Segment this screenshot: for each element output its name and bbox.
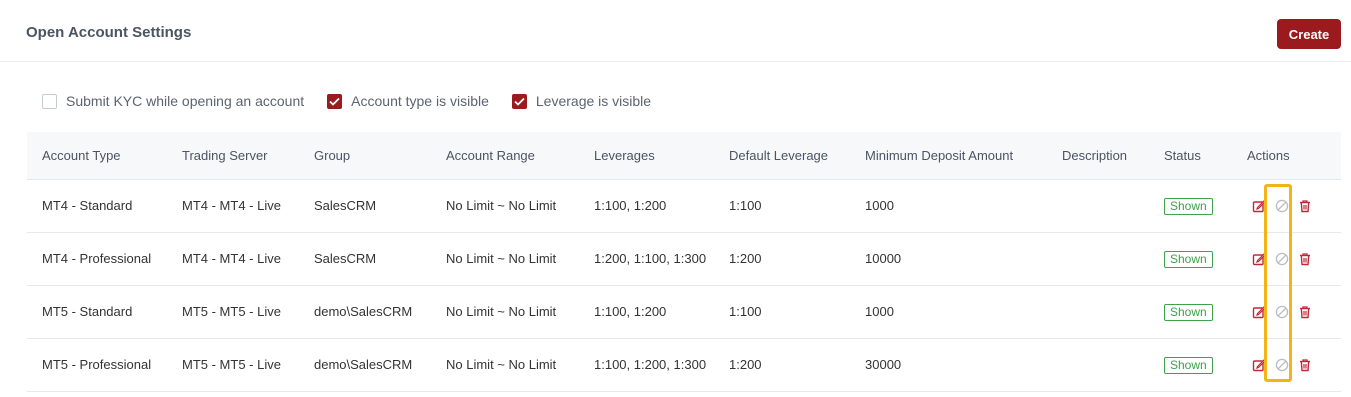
header-account-type: Account Type bbox=[27, 132, 167, 180]
cell-leverages: 1:100, 1:200 bbox=[579, 285, 714, 339]
status-badge: Shown bbox=[1164, 251, 1213, 268]
header-trading-server: Trading Server bbox=[167, 132, 299, 180]
cell-min-deposit: 30000 bbox=[850, 338, 1047, 392]
status-badge: Shown bbox=[1164, 357, 1213, 374]
cell-account-range: No Limit ~ No Limit bbox=[431, 285, 579, 339]
cell-group: SalesCRM bbox=[299, 179, 431, 233]
check-icon bbox=[329, 97, 340, 106]
cell-leverages: 1:100, 1:200 bbox=[579, 179, 714, 233]
checkbox-submit-kyc[interactable] bbox=[42, 93, 57, 109]
cell-trading-server: MT4 - MT4 - Live bbox=[167, 232, 299, 286]
row-actions bbox=[1247, 356, 1335, 374]
cell-description bbox=[1047, 232, 1149, 286]
trash-icon[interactable] bbox=[1293, 197, 1316, 215]
edit-icon[interactable] bbox=[1247, 303, 1270, 321]
cell-status: Shown bbox=[1149, 179, 1232, 233]
row-actions bbox=[1247, 250, 1335, 268]
table-header-row: Account Type Trading Server Group Accoun… bbox=[27, 132, 1341, 180]
table-row: MT5 - Professional MT5 - MT5 - Live demo\S… bbox=[27, 338, 1341, 392]
cell-default-leverage: 1:200 bbox=[714, 338, 850, 392]
disable-icon[interactable] bbox=[1270, 356, 1293, 374]
edit-icon[interactable] bbox=[1247, 356, 1270, 374]
disable-icon[interactable] bbox=[1270, 197, 1293, 215]
cell-account-type: MT4 - Professional bbox=[27, 232, 167, 286]
cell-actions bbox=[1232, 338, 1341, 392]
cell-actions bbox=[1232, 285, 1341, 339]
cell-account-type: MT5 - Professional bbox=[27, 338, 167, 392]
cell-trading-server: MT5 - MT5 - Live bbox=[167, 338, 299, 392]
cell-group: SalesCRM bbox=[299, 232, 431, 286]
table-row: MT4 - Professional MT4 - MT4 - Live SalesC… bbox=[27, 232, 1341, 286]
cell-account-type: MT5 - Standard bbox=[27, 285, 167, 339]
cell-account-range: No Limit ~ No Limit bbox=[431, 179, 579, 233]
cell-account-type: MT4 - Standard bbox=[27, 179, 167, 233]
option-leverage-visible[interactable]: Leverage is visible bbox=[511, 93, 652, 109]
account-types-table: Account Type Trading Server Group Accoun… bbox=[27, 132, 1341, 392]
cell-group: demo\SalesCRM bbox=[299, 285, 431, 339]
cell-group: demo\SalesCRM bbox=[299, 338, 431, 392]
trash-icon[interactable] bbox=[1293, 356, 1316, 374]
header-account-range: Account Range bbox=[431, 132, 579, 180]
cell-min-deposit: 10000 bbox=[850, 232, 1047, 286]
checkbox-account-type-visible[interactable] bbox=[327, 93, 343, 109]
cell-account-range: No Limit ~ No Limit bbox=[431, 232, 579, 286]
cell-description bbox=[1047, 285, 1149, 339]
option-account-type-visible[interactable]: Account type is visible bbox=[327, 93, 489, 109]
page-header: Open Account Settings Create bbox=[0, 0, 1351, 62]
table-row: MT5 - Standard MT5 - MT5 - Live demo\Sales… bbox=[27, 285, 1341, 339]
header-leverages: Leverages bbox=[579, 132, 714, 180]
cell-trading-server: MT4 - MT4 - Live bbox=[167, 179, 299, 233]
cell-description bbox=[1047, 179, 1149, 233]
cell-account-range: No Limit ~ No Limit bbox=[431, 338, 579, 392]
status-badge: Shown bbox=[1164, 304, 1213, 321]
cell-actions bbox=[1232, 179, 1341, 233]
edit-icon[interactable] bbox=[1247, 250, 1270, 268]
cell-leverages: 1:200, 1:100, 1:300 bbox=[579, 232, 714, 286]
cell-status: Shown bbox=[1149, 285, 1232, 339]
cell-trading-server: MT5 - MT5 - Live bbox=[167, 285, 299, 339]
cell-status: Shown bbox=[1149, 232, 1232, 286]
option-label: Account type is visible bbox=[351, 93, 489, 109]
cell-min-deposit: 1000 bbox=[850, 285, 1047, 339]
option-label: Leverage is visible bbox=[535, 93, 652, 109]
page-title: Open Account Settings bbox=[26, 24, 192, 41]
header-default-leverage: Default Leverage bbox=[714, 132, 850, 180]
header-group: Group bbox=[299, 132, 431, 180]
cell-actions bbox=[1232, 232, 1341, 286]
cell-min-deposit: 1000 bbox=[850, 179, 1047, 233]
option-submit-kyc[interactable]: Submit KYC while opening an account bbox=[42, 93, 304, 109]
cell-leverages: 1:100, 1:200, 1:300 bbox=[579, 338, 714, 392]
cell-description bbox=[1047, 338, 1149, 392]
cell-default-leverage: 1:100 bbox=[714, 285, 850, 339]
status-badge: Shown bbox=[1164, 198, 1213, 215]
cell-default-leverage: 1:100 bbox=[714, 179, 850, 233]
row-actions bbox=[1247, 303, 1335, 321]
cell-default-leverage: 1:200 bbox=[714, 232, 850, 286]
trash-icon[interactable] bbox=[1293, 250, 1316, 268]
option-label: Submit KYC while opening an account bbox=[66, 93, 305, 109]
header-min-deposit: Minimum Deposit Amount bbox=[850, 132, 1047, 180]
header-description: Description bbox=[1047, 132, 1149, 180]
create-button[interactable]: Create bbox=[1277, 19, 1341, 49]
header-actions: Actions bbox=[1232, 132, 1341, 180]
account-options: Submit KYC while opening an account Acco… bbox=[42, 91, 674, 111]
check-icon bbox=[514, 97, 525, 106]
trash-icon[interactable] bbox=[1293, 303, 1316, 321]
checkbox-leverage-visible[interactable] bbox=[511, 93, 527, 109]
header-status: Status bbox=[1149, 132, 1232, 180]
row-actions bbox=[1247, 197, 1335, 215]
edit-icon[interactable] bbox=[1247, 197, 1270, 215]
cell-status: Shown bbox=[1149, 338, 1232, 392]
table-row: MT4 - Standard MT4 - MT4 - Live SalesCRM No… bbox=[27, 179, 1341, 233]
disable-icon[interactable] bbox=[1270, 303, 1293, 321]
disable-icon[interactable] bbox=[1270, 250, 1293, 268]
